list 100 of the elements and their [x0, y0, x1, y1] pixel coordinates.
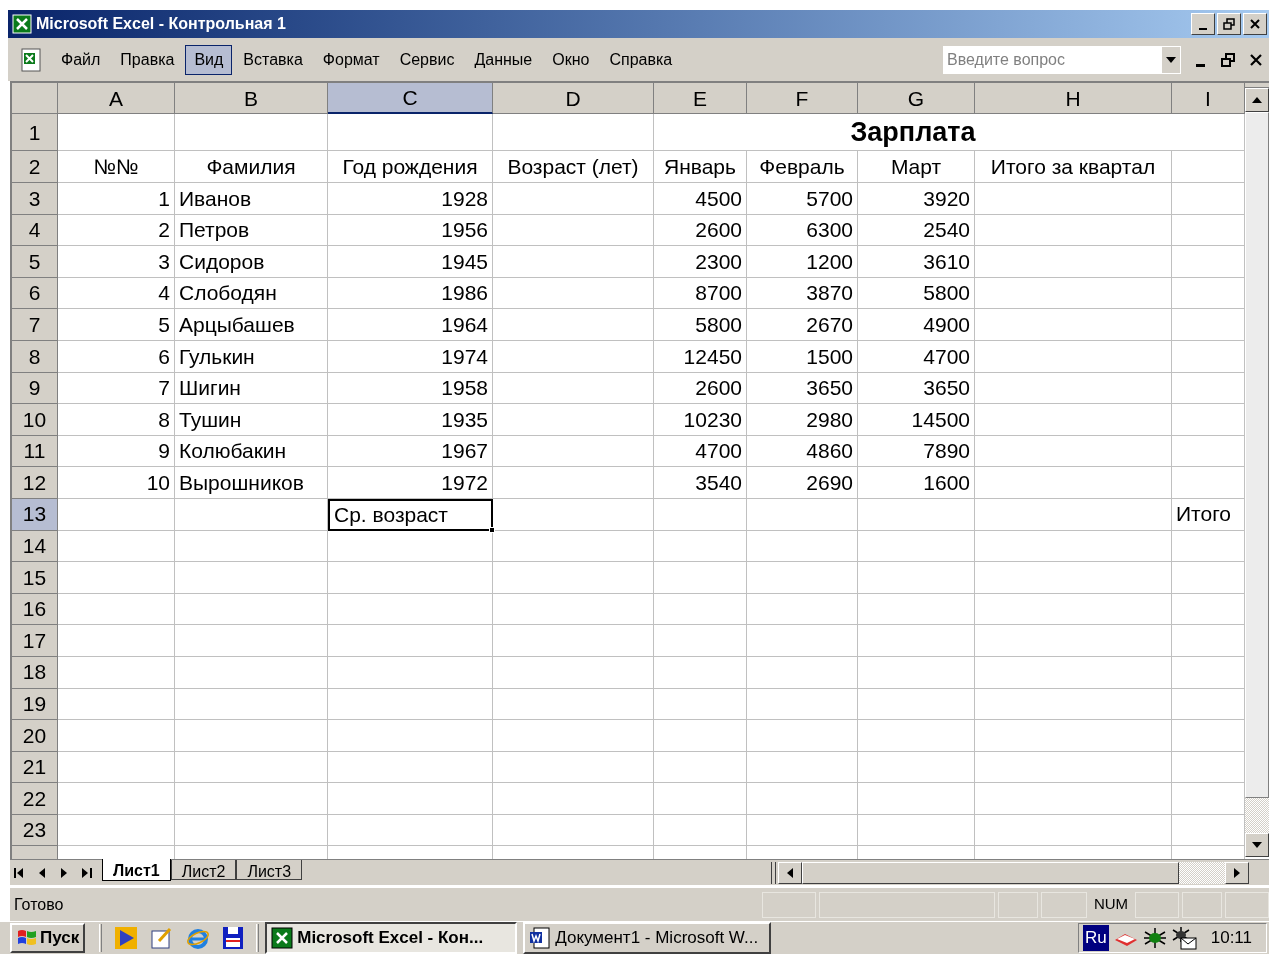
status-panel — [998, 891, 1038, 918]
table-cell: Вырошников — [175, 467, 328, 499]
scroll-left-button[interactable] — [778, 861, 802, 884]
row-header[interactable]: 4 — [12, 214, 58, 247]
table-cell: Тушин — [175, 404, 328, 436]
row-header[interactable]: 16 — [12, 593, 58, 626]
dropdown-button[interactable] — [1161, 45, 1181, 74]
sheet-tab[interactable]: Лист1 — [102, 859, 171, 882]
scroll-up-button[interactable] — [1245, 88, 1269, 113]
menu-item[interactable]: Вид — [185, 44, 233, 75]
row-header[interactable]: 20 — [12, 720, 58, 752]
taskbar-button[interactable]: Microsoft Excel - Кон... — [265, 922, 518, 954]
close-button[interactable] — [1243, 12, 1267, 35]
menu-item[interactable]: Формат — [313, 44, 389, 75]
menu-item[interactable]: Данные — [465, 44, 542, 75]
taskbar-button[interactable]: Документ1 - Microsoft W... — [523, 922, 772, 954]
row-header[interactable]: 1 — [12, 114, 58, 152]
row-header[interactable]: 15 — [12, 562, 58, 594]
row-header[interactable]: 11 — [12, 435, 58, 468]
row-header[interactable]: 2 — [12, 151, 58, 183]
column-header[interactable]: B — [175, 83, 328, 115]
horizontal-scrollbar-thumb[interactable] — [802, 861, 1179, 884]
minimize-button[interactable] — [1191, 12, 1215, 35]
row-header[interactable]: 21 — [12, 751, 58, 784]
row-header[interactable] — [12, 846, 58, 860]
row-header[interactable]: 13 — [12, 498, 58, 531]
sheet-tab[interactable]: Лист3 — [236, 860, 303, 881]
table-cell: Арцыбашев — [175, 309, 328, 341]
table-cell: 5800 — [654, 309, 747, 341]
num-lock-indicator: NUM — [1092, 894, 1130, 915]
table-cell: Зарплата — [654, 114, 1172, 152]
row-header[interactable]: 7 — [12, 309, 58, 341]
scroll-right-button[interactable] — [1225, 861, 1249, 884]
select-all-button[interactable] — [12, 83, 58, 115]
row-header[interactable]: 18 — [12, 656, 58, 689]
window-title: Microsoft Excel - Контрольная 1 — [36, 13, 286, 34]
table-cell: Шигин — [175, 372, 328, 405]
menu-item[interactable]: Правка — [111, 44, 184, 75]
scrollbar-thumb[interactable] — [1245, 112, 1269, 799]
column-header[interactable]: H — [975, 83, 1172, 115]
menu-item[interactable]: Сервис — [390, 44, 464, 75]
close-icon[interactable] — [1249, 52, 1263, 67]
column-header[interactable]: E — [654, 83, 747, 115]
row-header[interactable]: 22 — [12, 783, 58, 815]
windows-flag-icon — [16, 928, 38, 948]
status-panel — [1182, 891, 1222, 918]
split-handle[interactable] — [771, 861, 776, 884]
column-header[interactable]: I — [1172, 83, 1245, 115]
table-cell: 2600 — [654, 214, 747, 247]
row-header[interactable]: 5 — [12, 246, 58, 278]
row-header[interactable]: 14 — [12, 530, 58, 563]
menu-item[interactable]: Вставка — [234, 44, 312, 75]
first-sheet-icon[interactable] — [14, 867, 24, 878]
start-button[interactable]: Пуск — [10, 923, 86, 953]
column-header[interactable]: C — [328, 83, 493, 115]
sheet-tab[interactable]: Лист2 — [170, 860, 237, 881]
column-header[interactable]: G — [858, 83, 975, 115]
row-header[interactable]: 8 — [12, 340, 58, 373]
row-header[interactable]: 12 — [12, 467, 58, 499]
menu-item[interactable]: Файл — [52, 44, 110, 75]
selected-cell[interactable]: Ср. возраст — [328, 498, 493, 531]
table-cell: Фамилия — [175, 151, 328, 183]
table-cell: 8 — [58, 404, 175, 436]
row-header[interactable]: 17 — [12, 625, 58, 657]
previous-sheet-icon[interactable] — [38, 867, 45, 878]
next-sheet-icon[interactable] — [61, 867, 68, 878]
restore-button[interactable] — [1217, 12, 1241, 35]
menu-item[interactable]: Окно — [543, 44, 599, 75]
browser-icon[interactable] — [186, 926, 211, 950]
restore-icon[interactable] — [1221, 52, 1235, 67]
table-cell: 9 — [58, 435, 175, 468]
column-header[interactable]: D — [493, 83, 654, 115]
document-icon[interactable] — [18, 46, 44, 73]
table-cell: 3610 — [858, 246, 975, 278]
help-search-field[interactable]: Введите вопрос — [943, 45, 1161, 74]
table-cell: 4500 — [654, 183, 747, 215]
table-cell: 3920 — [858, 183, 975, 215]
media-player-icon[interactable] — [114, 926, 139, 950]
fill-handle[interactable] — [489, 526, 495, 533]
table-cell: 2670 — [747, 309, 858, 341]
table-cell: 5800 — [858, 277, 975, 310]
table-cell: 1958 — [328, 372, 493, 405]
language-indicator[interactable]: Ru — [1083, 925, 1109, 951]
bug-mail-icon[interactable] — [1170, 926, 1197, 950]
row-header[interactable]: 3 — [12, 183, 58, 215]
scroll-down-button[interactable] — [1245, 833, 1269, 858]
last-sheet-icon[interactable] — [82, 867, 92, 878]
column-header[interactable]: A — [58, 83, 175, 115]
dropdown-icon — [1166, 56, 1176, 63]
table-cell: 3650 — [747, 372, 858, 405]
bug-icon[interactable] — [1142, 926, 1167, 950]
column-header[interactable]: F — [747, 83, 858, 115]
row-header[interactable]: 19 — [12, 688, 58, 721]
row-header[interactable]: 23 — [12, 814, 58, 847]
table-cell: 1967 — [328, 435, 493, 468]
row-header[interactable]: 9 — [12, 372, 58, 405]
row-header[interactable]: 6 — [12, 277, 58, 310]
row-header[interactable]: 10 — [12, 404, 58, 436]
table-cell: 4860 — [747, 435, 858, 468]
menu-item[interactable]: Справка — [600, 44, 682, 75]
